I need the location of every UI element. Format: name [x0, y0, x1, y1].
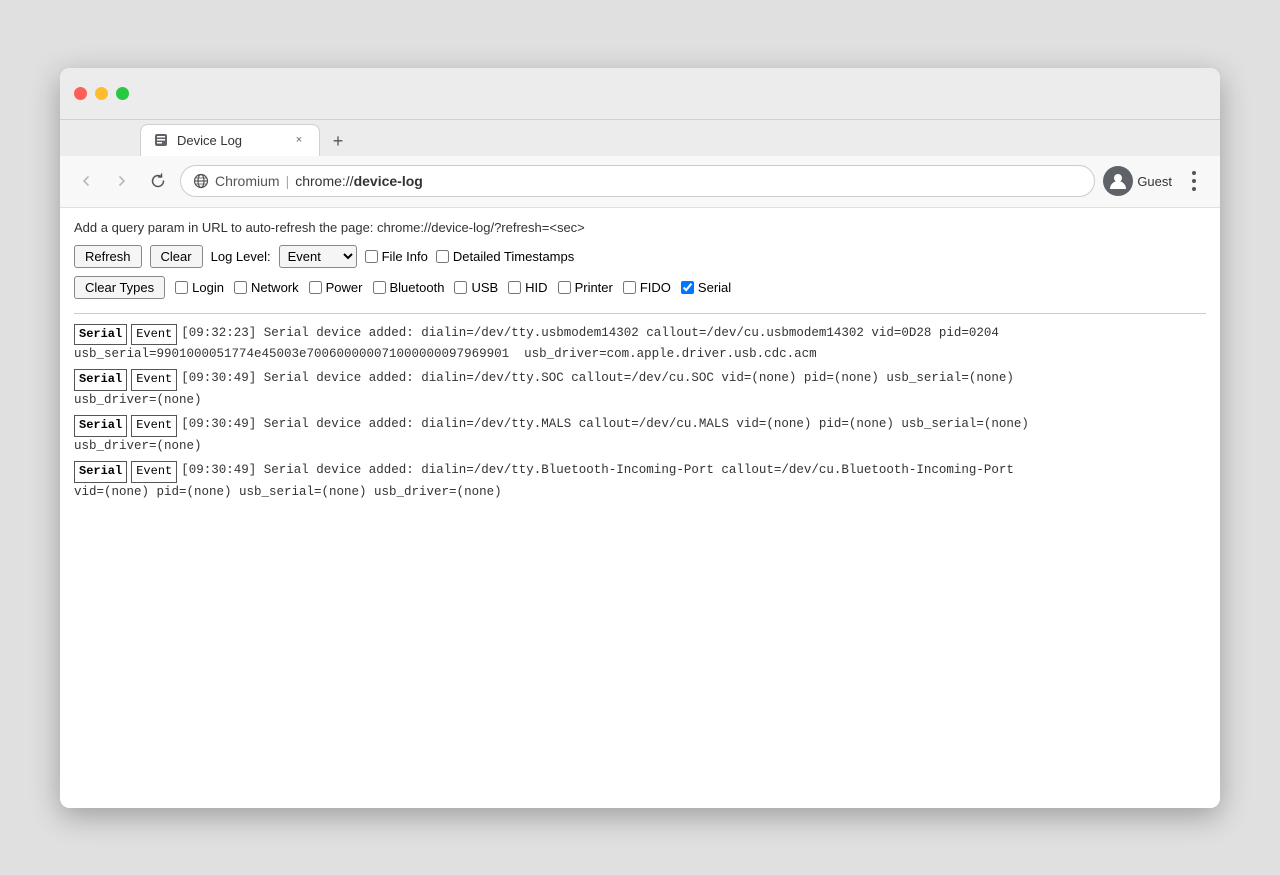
- file-info-input[interactable]: [365, 250, 378, 263]
- tag-serial-0: Serial: [74, 324, 127, 345]
- type-usb-label: USB: [471, 280, 498, 295]
- clear-button[interactable]: Clear: [150, 245, 203, 268]
- browser-menu-button[interactable]: [1180, 167, 1208, 195]
- type-serial-label: Serial: [698, 280, 731, 295]
- active-tab[interactable]: Device Log ×: [140, 124, 320, 156]
- type-power-input[interactable]: [309, 281, 322, 294]
- log-text-1: [09:30:49] Serial device added: dialin=/…: [181, 369, 1014, 388]
- type-serial-input[interactable]: [681, 281, 694, 294]
- log-text-1-cont: usb_driver=(none): [74, 391, 1206, 410]
- browser-window: Device Log × +: [60, 68, 1220, 808]
- tab-close-button[interactable]: ×: [291, 132, 307, 148]
- type-network[interactable]: Network: [234, 280, 299, 295]
- detailed-timestamps-input[interactable]: [436, 250, 449, 263]
- new-tab-button[interactable]: +: [324, 128, 352, 156]
- type-hid[interactable]: HID: [508, 280, 547, 295]
- tag-event-3: Event: [131, 461, 177, 482]
- tag-serial-3: Serial: [74, 461, 127, 482]
- tab-title: Device Log: [177, 133, 283, 148]
- type-power[interactable]: Power: [309, 280, 363, 295]
- log-entry-3: Serial Event [09:30:49] Serial device ad…: [74, 461, 1206, 501]
- log-text-0-cont: usb_serial=9901000051774e45003e700600000…: [74, 345, 1206, 364]
- log-entry-2: Serial Event [09:30:49] Serial device ad…: [74, 415, 1206, 455]
- tag-event-1: Event: [131, 369, 177, 390]
- type-hid-label: HID: [525, 280, 547, 295]
- url-prefix: chrome://: [295, 173, 353, 189]
- back-button[interactable]: [72, 167, 100, 195]
- type-usb-input[interactable]: [454, 281, 467, 294]
- address-separator: |: [286, 173, 290, 189]
- type-power-label: Power: [326, 280, 363, 295]
- profile-icon: [1103, 166, 1133, 196]
- controls-row1: Refresh Clear Log Level: Event Verbose D…: [74, 245, 1206, 268]
- type-serial[interactable]: Serial: [681, 280, 731, 295]
- tag-event-2: Event: [131, 415, 177, 436]
- addressbar: Chromium | chrome://device-log Guest: [60, 156, 1220, 208]
- page-content: Add a query param in URL to auto-refresh…: [60, 208, 1220, 808]
- address-bar[interactable]: Chromium | chrome://device-log: [180, 165, 1095, 197]
- profile-label: Guest: [1137, 174, 1172, 189]
- info-bar: Add a query param in URL to auto-refresh…: [74, 220, 1206, 235]
- controls-row2: Clear Types Login Network Power Bluetoot…: [74, 276, 1206, 299]
- log-entry-1: Serial Event [09:30:49] Serial device ad…: [74, 369, 1206, 409]
- log-text-3-cont: vid=(none) pid=(none) usb_serial=(none) …: [74, 483, 1206, 502]
- maximize-button[interactable]: [116, 87, 129, 100]
- titlebar: [60, 68, 1220, 120]
- type-login-label: Login: [192, 280, 224, 295]
- profile-area[interactable]: Guest: [1103, 166, 1172, 196]
- type-bluetooth-label: Bluetooth: [390, 280, 445, 295]
- minimize-button[interactable]: [95, 87, 108, 100]
- type-hid-input[interactable]: [508, 281, 521, 294]
- log-level-select[interactable]: Event Verbose Debug Info Warning Error: [279, 245, 357, 268]
- traffic-lights: [74, 87, 129, 100]
- type-printer[interactable]: Printer: [558, 280, 613, 295]
- type-fido[interactable]: FIDO: [623, 280, 671, 295]
- type-network-input[interactable]: [234, 281, 247, 294]
- tab-favicon: [153, 132, 169, 148]
- close-button[interactable]: [74, 87, 87, 100]
- refresh-button[interactable]: Refresh: [74, 245, 142, 268]
- log-text-2-cont: usb_driver=(none): [74, 437, 1206, 456]
- forward-button[interactable]: [108, 167, 136, 195]
- type-fido-input[interactable]: [623, 281, 636, 294]
- reload-button[interactable]: [144, 167, 172, 195]
- type-bluetooth-input[interactable]: [373, 281, 386, 294]
- clear-types-button[interactable]: Clear Types: [74, 276, 165, 299]
- type-login[interactable]: Login: [175, 280, 224, 295]
- log-text-3: [09:30:49] Serial device added: dialin=/…: [181, 461, 1014, 480]
- file-info-checkbox[interactable]: File Info: [365, 249, 428, 264]
- url-bold: device-log: [354, 173, 423, 189]
- detailed-timestamps-checkbox[interactable]: Detailed Timestamps: [436, 249, 574, 264]
- log-entry-0: Serial Event [09:32:23] Serial device ad…: [74, 324, 1206, 364]
- type-printer-input[interactable]: [558, 281, 571, 294]
- browser-brand: Chromium: [215, 173, 280, 189]
- type-printer-label: Printer: [575, 280, 613, 295]
- type-usb[interactable]: USB: [454, 280, 498, 295]
- log-text-2: [09:30:49] Serial device added: dialin=/…: [181, 415, 1029, 434]
- tabbar: Device Log × +: [60, 120, 1220, 156]
- log-entries: Serial Event [09:32:23] Serial device ad…: [74, 324, 1206, 502]
- log-level-label: Log Level:: [211, 249, 271, 264]
- tag-serial-2: Serial: [74, 415, 127, 436]
- address-favicon: [193, 173, 209, 189]
- detailed-timestamps-label: Detailed Timestamps: [453, 249, 574, 264]
- file-info-label: File Info: [382, 249, 428, 264]
- type-login-input[interactable]: [175, 281, 188, 294]
- tag-event-0: Event: [131, 324, 177, 345]
- type-fido-label: FIDO: [640, 280, 671, 295]
- type-network-label: Network: [251, 280, 299, 295]
- tag-serial-1: Serial: [74, 369, 127, 390]
- type-bluetooth[interactable]: Bluetooth: [373, 280, 445, 295]
- address-url: chrome://device-log: [295, 173, 423, 189]
- log-text-0: [09:32:23] Serial device added: dialin=/…: [181, 324, 999, 343]
